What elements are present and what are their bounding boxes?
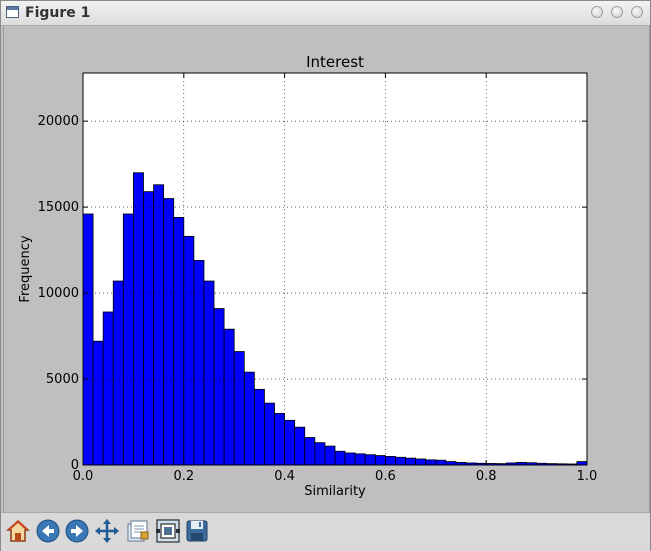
figure-window: Figure 1 0.0 0.2 0.4 0.6 0.8 1.0 0 5000 10000 150… <box>0 0 651 551</box>
histogram-bar <box>213 308 225 466</box>
histogram-bar <box>274 413 285 466</box>
y-axis-label: Frequency <box>18 235 33 302</box>
y-tick-label: 10000 <box>38 286 79 301</box>
histogram-bar <box>243 371 255 466</box>
arrow-right-icon[interactable] <box>64 518 90 544</box>
configure-subplots-icon[interactable] <box>125 518 151 544</box>
histogram-bar <box>92 340 104 466</box>
histogram-bar <box>82 213 94 466</box>
figure-canvas[interactable]: 0.0 0.2 0.4 0.6 0.8 1.0 0 5000 10000 15000 20000 In… <box>3 26 650 512</box>
histogram-bar <box>334 450 346 466</box>
histogram-bar <box>304 437 316 466</box>
maximize-icon[interactable] <box>611 6 623 18</box>
x-tick-label: 0.4 <box>274 469 295 484</box>
histogram-bar <box>435 459 447 466</box>
title-bar[interactable]: Figure 1 <box>1 1 650 26</box>
x-tick-label: 0.6 <box>375 469 396 484</box>
y-tick-label: 0 <box>71 458 79 473</box>
y-tick-label: 20000 <box>38 114 79 129</box>
histogram-bar <box>203 280 215 466</box>
minimize-icon[interactable] <box>591 6 603 18</box>
histogram-bar <box>395 456 406 466</box>
histogram-bar <box>364 454 376 466</box>
x-tick-label: 0.2 <box>173 469 194 484</box>
histogram-bar <box>163 198 175 466</box>
histogram-bar <box>374 455 386 466</box>
histogram-bar <box>102 311 114 466</box>
window-title: Figure 1 <box>25 5 91 21</box>
histogram-bar <box>344 452 356 466</box>
close-icon[interactable] <box>631 6 643 18</box>
histogram-bar <box>183 235 195 466</box>
histogram-bar <box>384 456 396 466</box>
x-axis-label: Similarity <box>304 484 366 499</box>
chart-title: Interest <box>306 53 364 71</box>
histogram-bar <box>143 191 154 466</box>
edit-axes-icon[interactable] <box>155 518 181 544</box>
histogram-bar <box>405 457 417 466</box>
arrow-left-icon[interactable] <box>35 518 61 544</box>
histogram-bar <box>153 184 165 466</box>
histogram-bar <box>294 426 306 466</box>
histogram-bar <box>576 461 588 466</box>
histogram-bar <box>314 442 326 466</box>
histogram-bar <box>193 260 205 466</box>
histogram-bar <box>284 419 296 466</box>
y-tick-label: 5000 <box>46 372 79 387</box>
window-icon <box>6 6 19 18</box>
x-tick-label: 0.8 <box>476 469 497 484</box>
histogram-bar <box>415 458 427 466</box>
x-tick-label: 1.0 <box>577 469 598 484</box>
histogram-bar <box>253 388 265 466</box>
y-tick-label: 15000 <box>38 200 79 215</box>
home-icon[interactable] <box>5 518 31 544</box>
histogram-bar <box>223 328 235 466</box>
histogram-bar <box>233 351 245 466</box>
histogram-bar <box>354 453 366 466</box>
navigation-toolbar <box>1 512 650 551</box>
histogram-bar <box>425 459 437 466</box>
histogram-bar <box>324 445 336 466</box>
histogram-bar <box>132 172 144 466</box>
histogram-chart: 0.0 0.2 0.4 0.6 0.8 1.005000100001500020000In… <box>18 53 598 499</box>
histogram-bar <box>445 461 457 466</box>
histogram-bar <box>264 402 275 466</box>
histogram-bar <box>173 217 185 466</box>
histogram-bar <box>122 213 134 466</box>
save-icon[interactable] <box>184 518 210 544</box>
histogram-bar <box>112 280 124 466</box>
move-icon[interactable] <box>94 518 120 544</box>
